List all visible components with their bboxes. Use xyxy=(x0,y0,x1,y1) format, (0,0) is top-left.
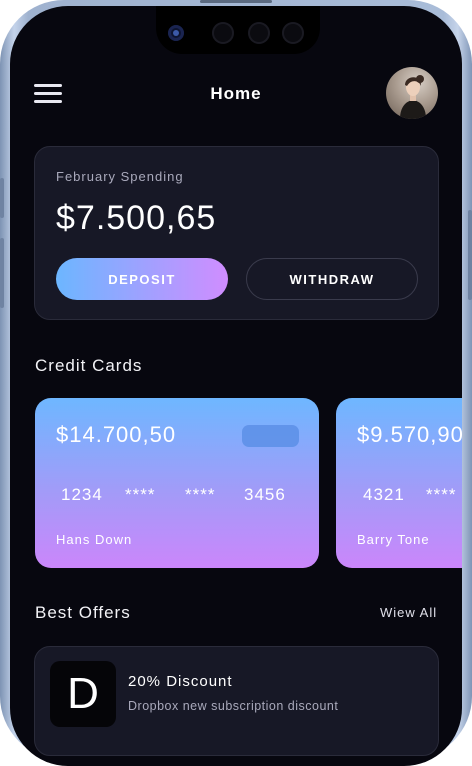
sensor-dot xyxy=(212,22,234,44)
credit-cards-heading: Credit Cards xyxy=(35,356,143,375)
offer-item[interactable]: D 20% Discount Dropbox new subscription … xyxy=(34,646,439,756)
spending-summary-card: February Spending $7.500,65 DEPOSIT WITH… xyxy=(34,146,439,320)
best-offers-heading: Best Offers xyxy=(35,603,131,622)
volume-up-button xyxy=(0,178,4,218)
card-holder-name: Hans Down xyxy=(56,532,133,547)
front-camera xyxy=(168,25,184,41)
user-avatar[interactable] xyxy=(386,67,438,119)
sensor-dot xyxy=(248,22,270,44)
credit-card[interactable]: $9.570,90 4321 **** Barry Tone xyxy=(336,398,462,568)
dropbox-logo-icon: D xyxy=(50,661,116,727)
card-number-group: 4321 xyxy=(363,485,405,504)
sensor-dot xyxy=(282,22,304,44)
view-all-link[interactable]: Wiew All xyxy=(380,605,437,620)
card-number-group: 3456 xyxy=(244,485,286,504)
card-number-group: 1234 xyxy=(61,485,103,504)
offer-description: Dropbox new subscription discount xyxy=(128,699,339,713)
spending-label: February Spending xyxy=(56,169,184,184)
offer-title: 20% Discount xyxy=(128,673,233,690)
card-number-group: **** xyxy=(125,485,156,504)
withdraw-button[interactable]: WITHDRAW xyxy=(246,258,418,300)
volume-down-button xyxy=(0,238,4,308)
dynamic-island xyxy=(156,6,320,54)
card-balance: $9.570,90 xyxy=(357,422,462,447)
deposit-button[interactable]: DEPOSIT xyxy=(56,258,228,300)
card-holder-name: Barry Tone xyxy=(357,532,430,547)
card-number-group: **** xyxy=(426,485,457,504)
card-number-group: **** xyxy=(185,485,216,504)
app-screen: Home February Spending $7.500,65 DEPOSIT… xyxy=(10,6,462,766)
spending-amount: $7.500,65 xyxy=(56,199,217,237)
frame-top-edge xyxy=(200,0,272,3)
side-power-button xyxy=(468,210,472,300)
card-chip-icon xyxy=(242,425,299,447)
card-balance: $14.700,50 xyxy=(56,422,177,447)
credit-card[interactable]: $14.700,50 1234 **** **** 3456 Hans Down xyxy=(35,398,319,568)
